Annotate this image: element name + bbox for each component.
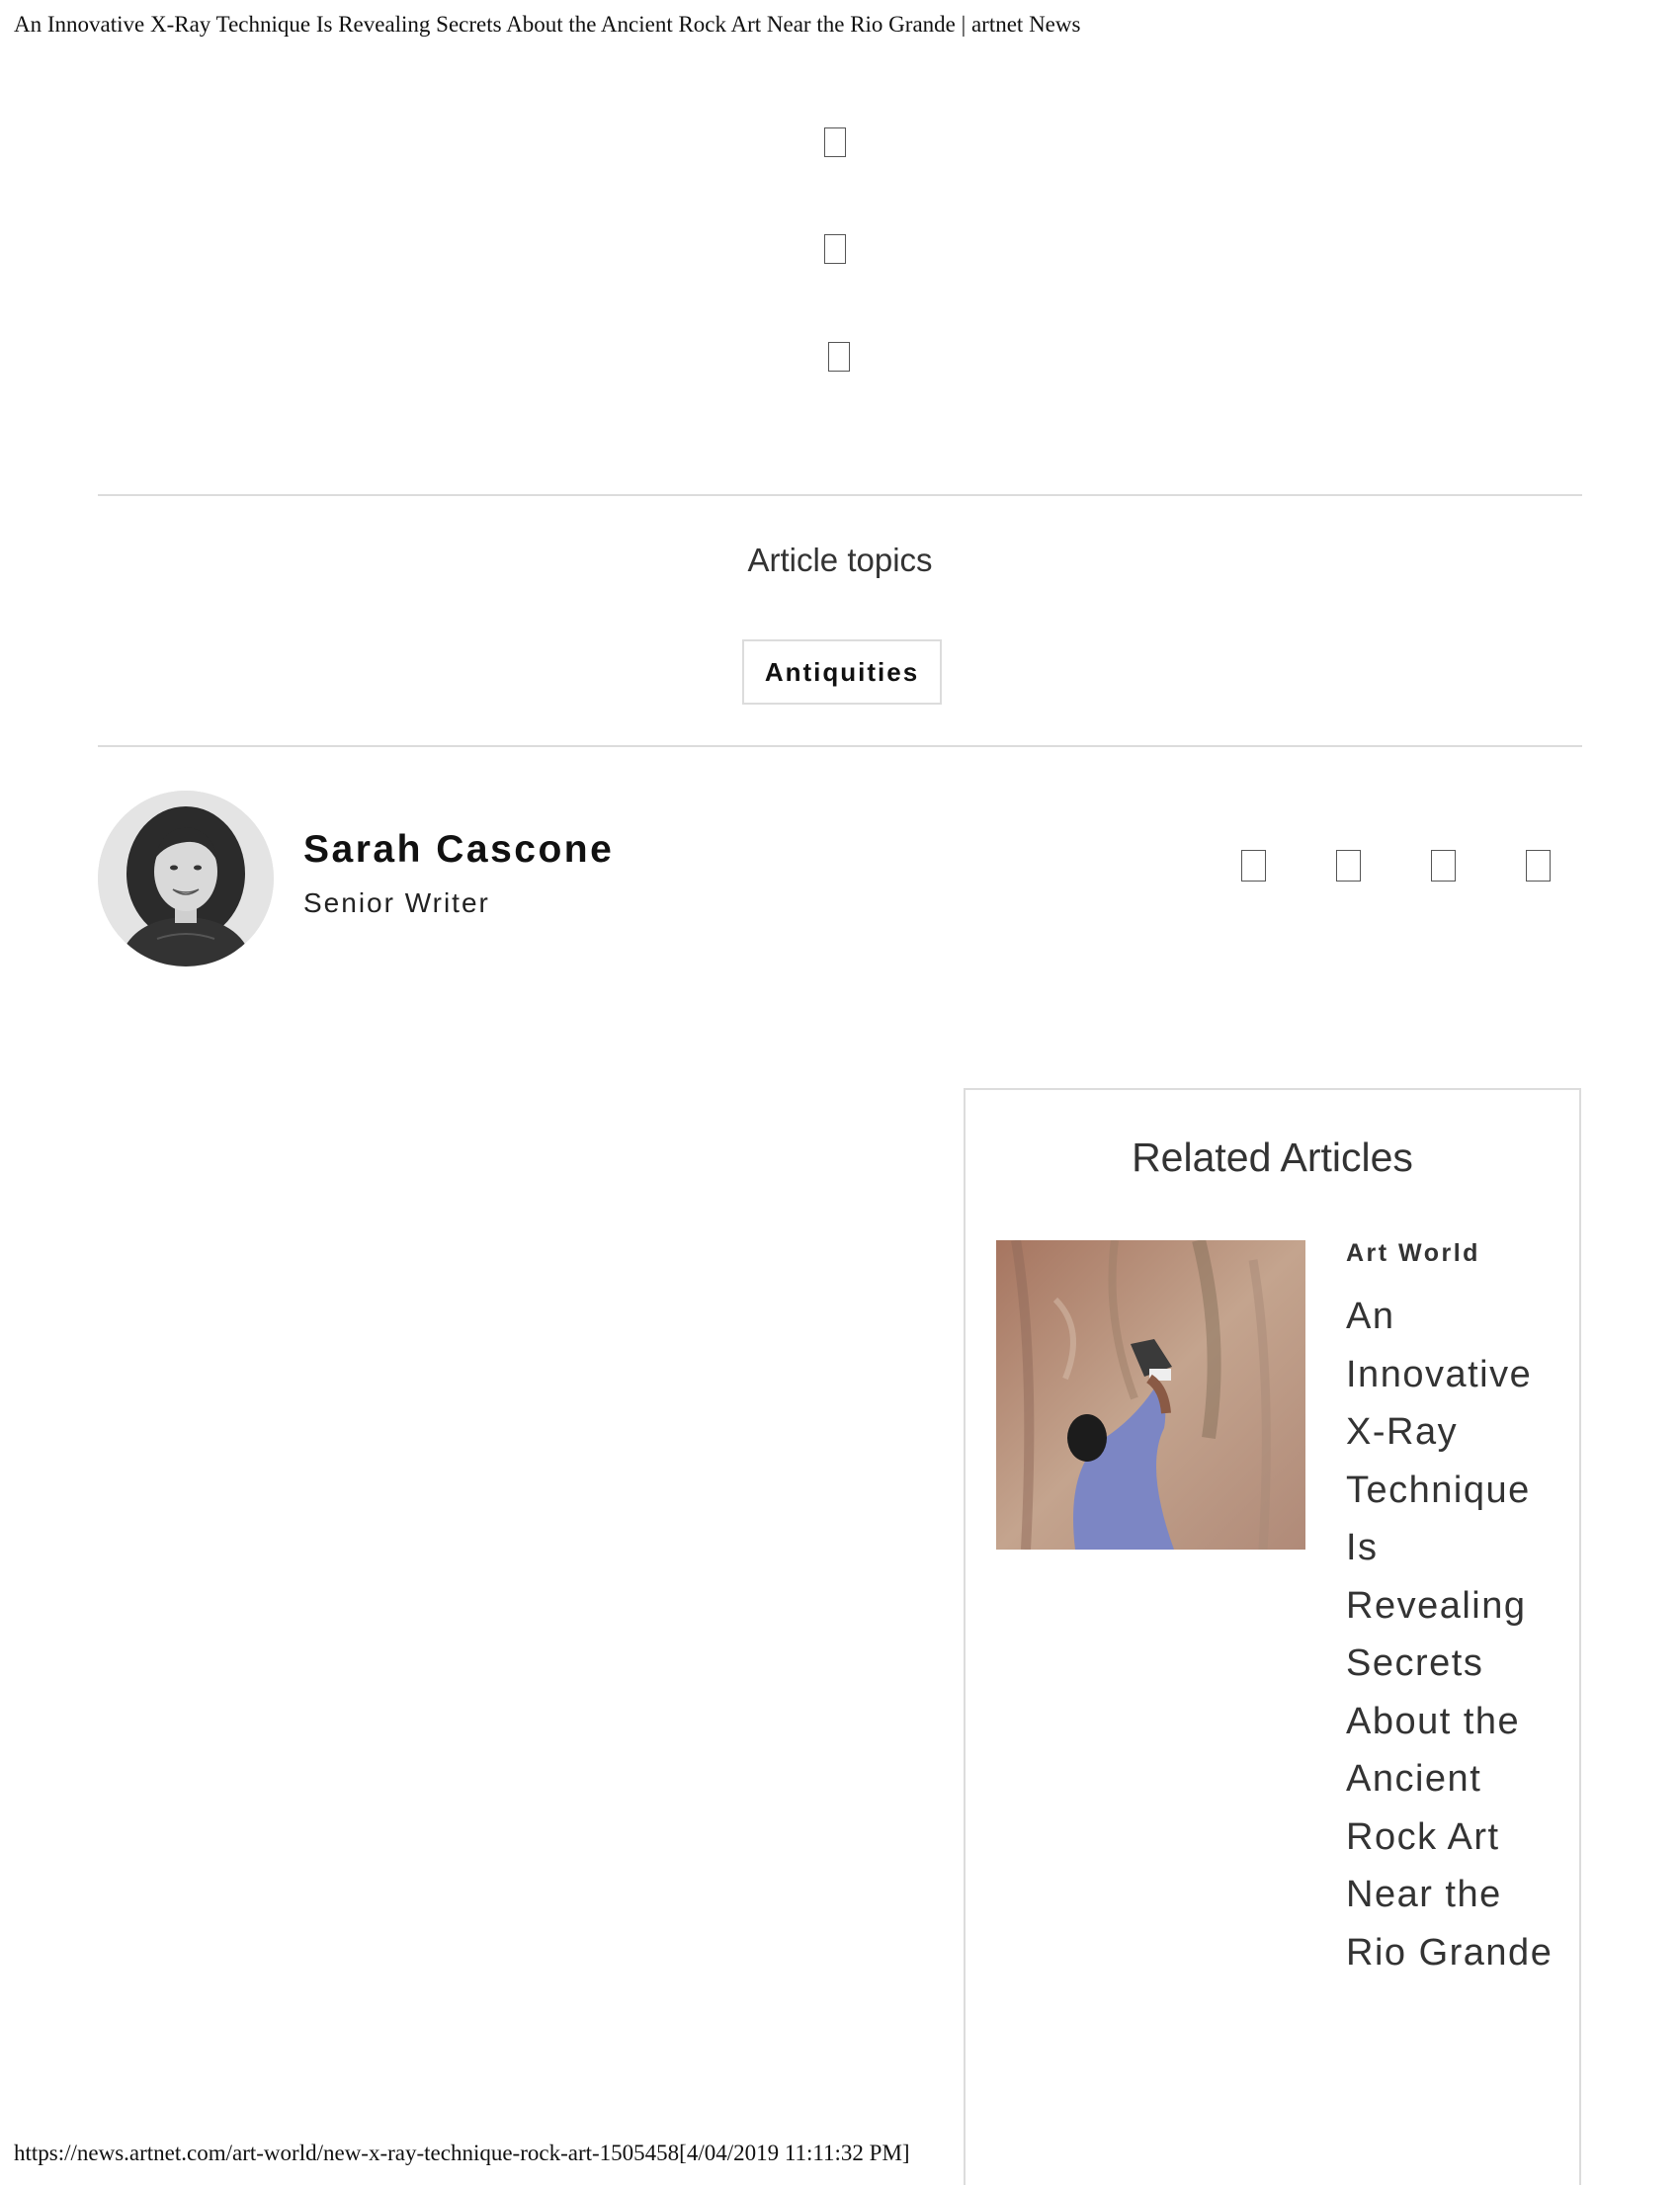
social-icon[interactable] xyxy=(1526,850,1551,882)
share-icon[interactable] xyxy=(828,342,850,372)
related-article-category[interactable]: Art World xyxy=(1346,1239,1480,1268)
print-header-title: An Innovative X-Ray Technique Is Reveali… xyxy=(14,12,1081,37)
related-article-headline[interactable]: An Innovative X-Ray Technique Is Reveali… xyxy=(1346,1288,1558,1981)
article-topics-heading: Article topics xyxy=(747,542,933,578)
topic-tag-antiquities[interactable]: Antiquities xyxy=(742,639,942,705)
social-icon[interactable] xyxy=(1431,850,1456,882)
author-portrait-image xyxy=(98,791,274,966)
author-name[interactable]: Sarah Cascone xyxy=(303,828,614,872)
social-icon[interactable] xyxy=(1241,850,1266,882)
print-footer-url: https://news.artnet.com/art-world/new-x-… xyxy=(14,2141,910,2165)
divider xyxy=(98,494,1582,496)
author-avatar[interactable] xyxy=(98,791,274,966)
author-role: Senior Writer xyxy=(303,887,490,918)
divider xyxy=(98,745,1582,747)
related-article-thumbnail[interactable] xyxy=(996,1240,1305,1550)
rock-art-photo xyxy=(996,1240,1305,1550)
related-articles-heading: Related Articles xyxy=(1132,1135,1413,1180)
share-icon[interactable] xyxy=(824,127,846,157)
social-icon[interactable] xyxy=(1336,850,1361,882)
share-icon[interactable] xyxy=(824,234,846,264)
